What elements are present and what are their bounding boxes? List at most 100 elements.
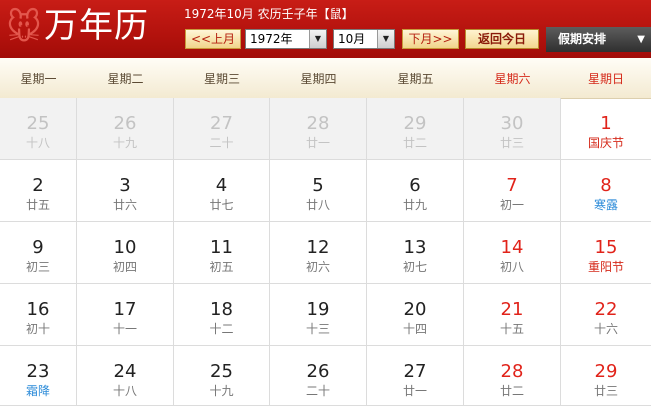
day-cell[interactable]: 7 初一	[464, 160, 561, 222]
day-cell[interactable]: 21 十五	[464, 284, 561, 346]
day-number: 28	[306, 113, 330, 134]
day-number: 29	[403, 113, 427, 134]
lunar-date: 初八	[499, 260, 524, 274]
lunar-date: 廿八	[305, 198, 330, 212]
day-cell[interactable]: 26 十九	[77, 98, 174, 160]
month-select[interactable]: 10月 ▼	[333, 29, 395, 49]
day-number: 21	[500, 299, 524, 320]
weekday-header: 星期一 星期二 星期三 星期四 星期五 星期六 星期日	[0, 58, 651, 99]
day-number: 25	[210, 361, 233, 382]
day-number: 20	[403, 299, 427, 320]
day-cell[interactable]: 30 廿三	[464, 98, 561, 160]
month-select-value: 10月	[338, 32, 366, 46]
day-cell[interactable]: 16 初十	[0, 284, 77, 346]
return-today-button[interactable]: 返回今日	[465, 29, 539, 49]
day-number: 9	[32, 237, 44, 258]
prev-month-button[interactable]: <<上月	[185, 29, 241, 49]
lunar-date: 二十	[209, 136, 234, 150]
day-cell[interactable]: 28 廿一	[270, 98, 367, 160]
lunar-date: 十九	[209, 384, 234, 398]
lunar-date: 廿九	[402, 198, 427, 212]
weekday-tue: 星期二	[107, 72, 144, 86]
day-cell[interactable]: 24 十八	[77, 346, 174, 406]
day-cell[interactable]: 26 二十	[270, 346, 367, 406]
lunar-date: 廿三	[499, 136, 524, 150]
day-number: 18	[210, 299, 233, 320]
day-cell[interactable]: 23 霜降	[0, 346, 77, 406]
day-number: 26	[306, 361, 330, 382]
day-number: 11	[210, 237, 233, 258]
day-number: 27	[403, 361, 427, 382]
day-cell[interactable]: 13 初七	[367, 222, 464, 284]
app-title: 万年历	[44, 6, 149, 46]
day-cell[interactable]: 20 十四	[367, 284, 464, 346]
day-cell[interactable]: 6 廿九	[367, 160, 464, 222]
day-cell[interactable]: 10 初四	[77, 222, 174, 284]
day-cell[interactable]: 8 寒露	[561, 160, 651, 222]
day-cell[interactable]: 18 十二	[174, 284, 270, 346]
day-number: 2	[32, 175, 44, 196]
weekday-fri: 星期五	[397, 72, 434, 86]
chevron-down-icon[interactable]: ▼	[309, 30, 326, 48]
holiday-schedule-label: 假期安排	[558, 32, 607, 46]
day-cell[interactable]: 12 初六	[270, 222, 367, 284]
day-cell[interactable]: 19 十三	[270, 284, 367, 346]
current-date-info: 1972年10月 农历壬子年【鼠】	[184, 7, 354, 21]
day-cell[interactable]: 25 十八	[0, 98, 77, 160]
weekday-mon: 星期一	[20, 72, 57, 86]
day-cell[interactable]: 15 重阳节	[561, 222, 651, 284]
day-number: 12	[306, 237, 330, 258]
solar-term-label: 霜降	[25, 384, 50, 398]
calendar-grid: 25 十八 26 十九 27 二十 28 廿一 29 廿二 30 廿三 1 国庆…	[0, 98, 651, 406]
day-cell[interactable]: 22 十六	[561, 284, 651, 346]
calendar-header: 🐭 万年历 1972年10月 农历壬子年【鼠】 <<上月 1972年 ▼ 10月…	[0, 0, 651, 58]
lunar-date: 廿二	[402, 136, 427, 150]
lunar-date: 十六	[593, 322, 618, 336]
lunar-date: 廿三	[593, 384, 618, 398]
day-number: 13	[403, 237, 427, 258]
day-cell[interactable]: 4 廿七	[174, 160, 270, 222]
day-cell[interactable]: 29 廿三	[561, 346, 651, 406]
weekday-thu: 星期四	[300, 72, 337, 86]
lunar-date: 初六	[305, 260, 330, 274]
day-cell[interactable]: 9 初三	[0, 222, 77, 284]
day-number: 14	[500, 237, 524, 258]
day-cell[interactable]: 25 十九	[174, 346, 270, 406]
day-cell[interactable]: 5 廿八	[270, 160, 367, 222]
day-number: 16	[26, 299, 50, 320]
solar-term-label: 寒露	[593, 198, 618, 212]
day-cell[interactable]: 27 二十	[174, 98, 270, 160]
holiday-schedule-dropdown[interactable]: 假期安排 ▼	[546, 27, 651, 52]
day-number: 4	[215, 175, 228, 196]
lunar-date: 廿六	[112, 198, 137, 212]
lunar-date: 二十	[305, 384, 330, 398]
lunar-date: 十一	[112, 322, 137, 336]
next-month-button[interactable]: 下月>>	[402, 29, 459, 49]
year-select-value: 1972年	[250, 32, 293, 46]
day-cell[interactable]: 3 廿六	[77, 160, 174, 222]
year-select[interactable]: 1972年 ▼	[245, 29, 327, 49]
day-number: 25	[26, 113, 50, 134]
day-cell[interactable]: 14 初八	[464, 222, 561, 284]
day-cell[interactable]: 17 十一	[77, 284, 174, 346]
lunar-date: 十三	[305, 322, 330, 336]
day-cell[interactable]: 27 廿一	[367, 346, 464, 406]
weekday-sun: 星期日	[587, 72, 624, 86]
day-number: 24	[113, 361, 137, 382]
day-number: 17	[113, 299, 137, 320]
day-cell[interactable]: 29 廿二	[367, 98, 464, 160]
day-number: 5	[312, 175, 324, 196]
day-number: 8	[600, 175, 612, 196]
day-cell[interactable]: 11 初五	[174, 222, 270, 284]
lunar-date: 十八	[112, 384, 137, 398]
chevron-down-icon[interactable]: ▼	[377, 30, 394, 48]
day-cell[interactable]: 1 国庆节	[561, 98, 651, 160]
lunar-date: 廿二	[499, 384, 524, 398]
day-number: 23	[26, 361, 50, 382]
day-cell[interactable]: 2 廿五	[0, 160, 77, 222]
day-cell[interactable]: 28 廿二	[464, 346, 561, 406]
holiday-label: 重阳节	[587, 260, 624, 274]
holiday-label: 国庆节	[587, 136, 624, 150]
rat-mascot-icon: 🐭	[6, 8, 42, 48]
weekday-sat: 星期六	[494, 72, 531, 86]
